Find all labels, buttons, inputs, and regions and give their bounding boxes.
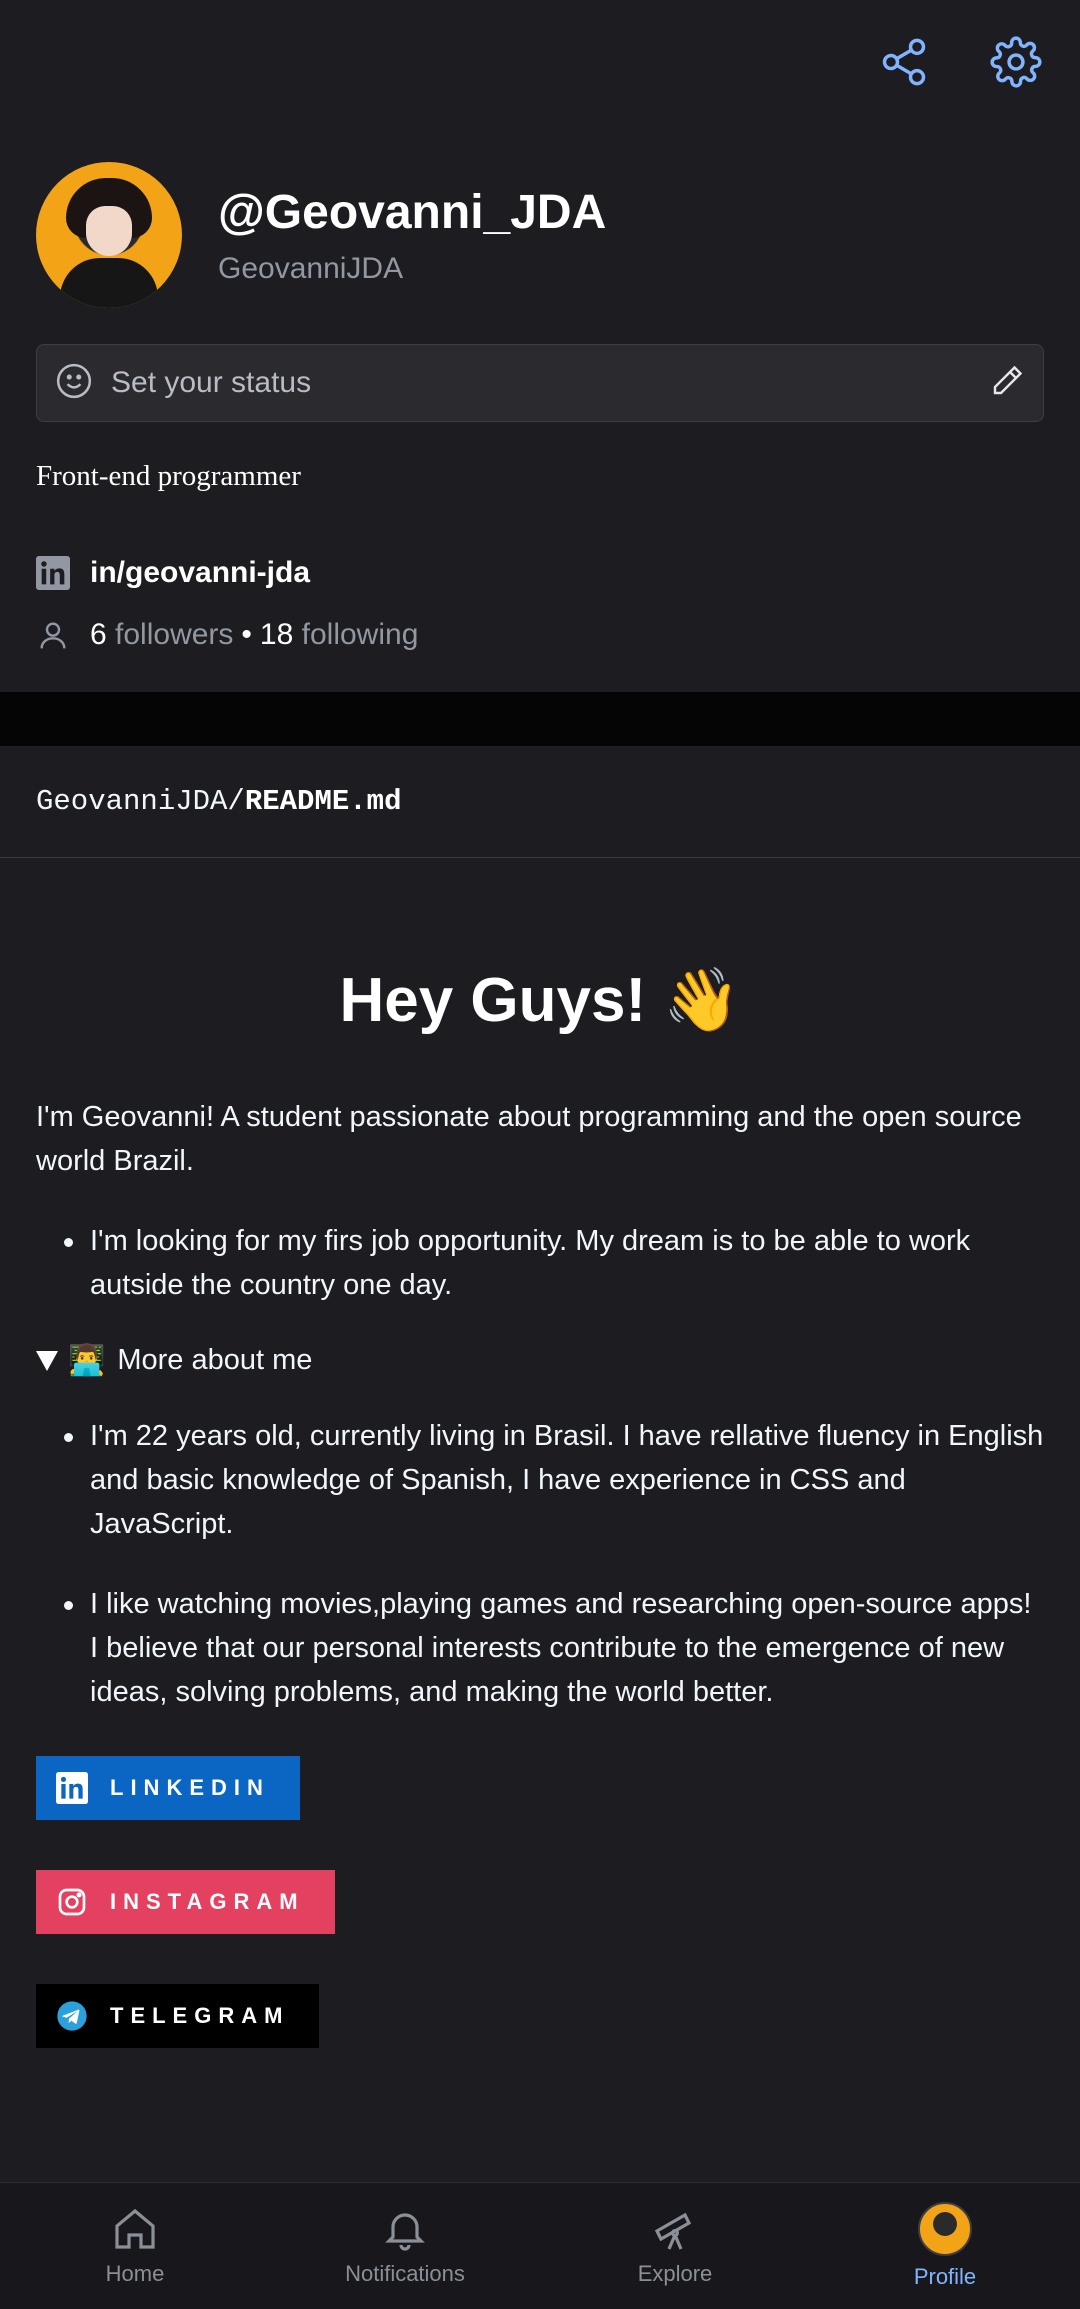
profile-handle: @Geovanni_JDA	[218, 185, 607, 239]
person-icon	[36, 618, 70, 652]
list-item: I like watching movies,playing games and…	[36, 1582, 1044, 1714]
tab-label: Home	[105, 2261, 165, 2286]
readme-path[interactable]: GeovanniJDA/README.md	[0, 746, 1080, 858]
bell-icon	[385, 2213, 425, 2251]
status-field[interactable]: Set your status	[36, 344, 1044, 422]
readme-heading: Hey Guys! 👋	[339, 966, 741, 1035]
readme-file: README.md	[244, 785, 402, 818]
avatar	[918, 2202, 972, 2256]
profile-login: GeovanniJDA	[218, 251, 404, 285]
follow-stats[interactable]: 6 followers • 18 following	[36, 618, 418, 652]
status-placeholder: Set your status	[111, 366, 312, 399]
avatar[interactable]	[36, 162, 182, 308]
tab-notifications[interactable]: Notifications	[270, 2183, 540, 2309]
settings-button[interactable]	[988, 34, 1044, 90]
header-actions	[876, 34, 1044, 90]
bottom-nav: Home Notifications Explore Profile	[0, 2182, 1080, 2309]
separator-dot: •	[241, 618, 252, 651]
goals-list: I'm looking for my firs job opportunity.…	[36, 1219, 1044, 1307]
linkedin-badge[interactable]: LINKEDIN	[36, 1756, 300, 1820]
instagram-icon	[58, 1888, 86, 1916]
gear-icon	[990, 36, 1042, 88]
badge-label: TELEGRAM	[110, 2003, 290, 2028]
details-toggle[interactable]: 👨‍💻 More about me	[36, 1343, 1044, 1378]
telegram-icon	[57, 2001, 87, 2031]
badge-label: LINKEDIN	[110, 1775, 270, 1800]
telegram-badge[interactable]: TELEGRAM	[36, 1984, 320, 2048]
profile-bio: Front-end programmer	[36, 460, 301, 492]
home-icon	[115, 2208, 155, 2249]
linkedin-handle: in/geovanni-jda	[90, 556, 311, 589]
followers-label: followers	[115, 618, 234, 651]
list-item: I'm looking for my firs job opportunity.…	[36, 1219, 1044, 1307]
instagram-badge[interactable]: INSTAGRAM	[36, 1870, 335, 1934]
section-divider	[0, 692, 1080, 746]
readme-content: Hey Guys! 👋 I'm Geovanni! A student pass…	[36, 858, 1044, 2048]
badge-label: INSTAGRAM	[110, 1889, 305, 1914]
tab-home[interactable]: Home	[0, 2183, 270, 2309]
share-icon	[882, 38, 926, 86]
pencil-icon[interactable]	[989, 363, 1025, 404]
readme-intro: I'm Geovanni! A student passionate about…	[36, 1101, 1022, 1177]
share-button[interactable]	[876, 34, 932, 90]
tab-profile[interactable]: Profile	[810, 2183, 1080, 2309]
tab-label: Notifications	[345, 2261, 465, 2286]
details-summary: More about me	[117, 1344, 313, 1376]
followers-count: 6	[90, 618, 107, 651]
readme-owner: GeovanniJDA/	[36, 785, 245, 818]
following-count: 18	[259, 618, 294, 651]
tab-label: Profile	[913, 2264, 977, 2289]
linkedin-link[interactable]: in/geovanni-jda	[36, 556, 310, 590]
smiley-icon	[55, 362, 93, 405]
linkedin-icon	[36, 556, 70, 590]
profile-names: @Geovanni_JDA GeovanniJDA	[218, 185, 606, 286]
list-item: I'm 22 years old, currently living in Br…	[36, 1414, 1044, 1546]
linkedin-icon	[56, 1772, 88, 1804]
tab-explore[interactable]: Explore	[540, 2183, 810, 2309]
technologist-emoji: 👨‍💻	[68, 1344, 106, 1377]
triangle-down-icon	[36, 1350, 58, 1371]
telescope-icon	[654, 2212, 692, 2250]
following-label: following	[301, 618, 419, 651]
about-list: I'm 22 years old, currently living in Br…	[36, 1414, 1044, 1714]
tab-label: Explore	[637, 2261, 713, 2286]
profile-header: @Geovanni_JDA GeovanniJDA	[36, 162, 606, 308]
